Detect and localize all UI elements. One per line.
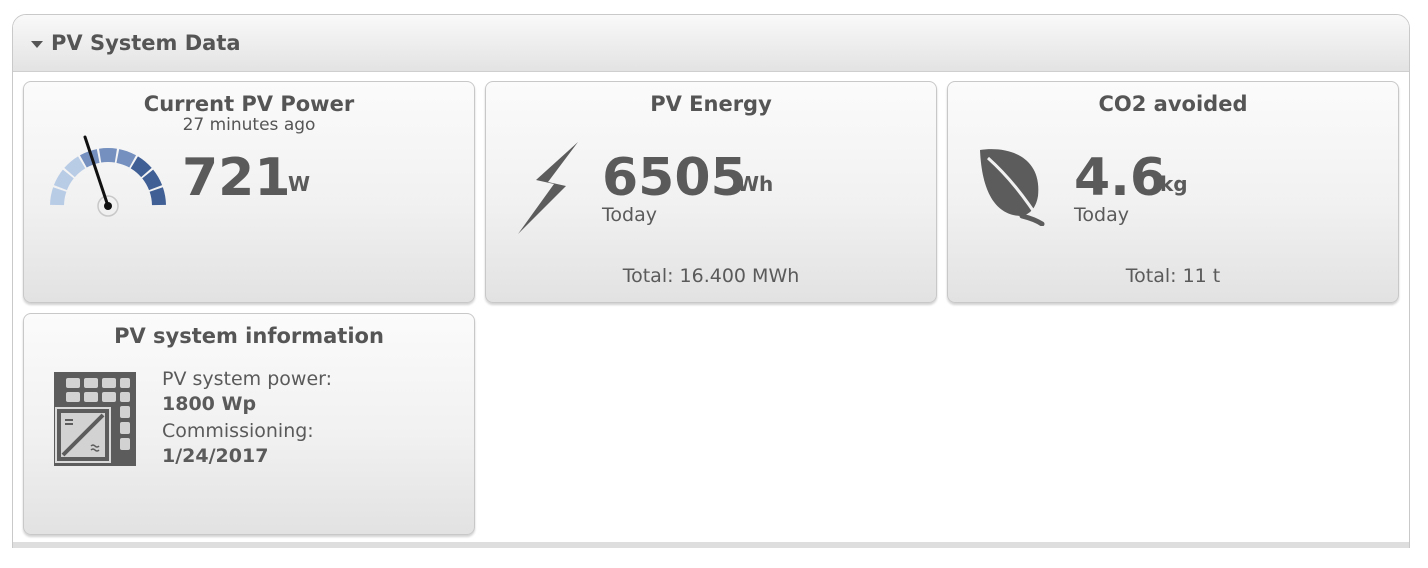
- current-power-unit: W: [288, 172, 311, 196]
- panel-title: PV System Data: [51, 31, 241, 55]
- gauge-segment: [149, 187, 166, 206]
- current-pv-power-tile[interactable]: Current PV Power 27 minutes ago 721 W: [23, 81, 475, 303]
- tile-title: PV Energy: [650, 92, 772, 116]
- tile-title: CO2 avoided: [1098, 92, 1248, 116]
- gauge-segment: [99, 148, 117, 163]
- commissioning-date: 1/24/2017: [162, 445, 269, 467]
- pv-energy-tile[interactable]: PV Energy 6505 Wh Today Total: 16.400 MW…: [485, 81, 937, 303]
- system-power-label: PV system power:: [162, 368, 333, 390]
- panel-footer-bar: [13, 542, 1409, 548]
- last-update-time: 27 minutes ago: [182, 115, 316, 135]
- system-power-value: 1800 Wp: [162, 393, 257, 415]
- tile-title: PV system information: [114, 324, 384, 348]
- energy-total: Total: 16.400 MWh: [622, 265, 800, 287]
- solar-inverter-icon: [54, 372, 136, 466]
- panel-header-toggle[interactable]: PV System Data: [13, 15, 1409, 72]
- energy-period-label: Today: [602, 204, 657, 226]
- co2-period-label: Today: [1074, 204, 1129, 226]
- co2-unit: kg: [1160, 172, 1188, 196]
- energy-unit: Wh: [737, 172, 774, 196]
- gauge-icon: [50, 135, 166, 217]
- gauge-segment: [50, 187, 67, 206]
- co2-today-value: 4.6: [1074, 148, 1167, 208]
- collapse-caret-icon[interactable]: [31, 40, 43, 48]
- co2-avoided-tile[interactable]: CO2 avoided 4.6 kg Today Total: 11 t: [947, 81, 1399, 303]
- lightning-bolt-icon: [518, 142, 578, 234]
- pv-system-information-tile[interactable]: PV system information PV system power: 1…: [23, 313, 475, 535]
- pv-system-data-panel: PV System Data Current PV Power 27 minut…: [12, 14, 1410, 548]
- energy-today-value: 6505: [602, 148, 747, 208]
- commissioning-label: Commissioning:: [162, 420, 314, 442]
- tile-title: Current PV Power: [143, 92, 355, 116]
- co2-total: Total: 11 t: [1125, 265, 1221, 287]
- leaf-icon: [980, 149, 1045, 226]
- current-power-value: 721: [182, 148, 291, 208]
